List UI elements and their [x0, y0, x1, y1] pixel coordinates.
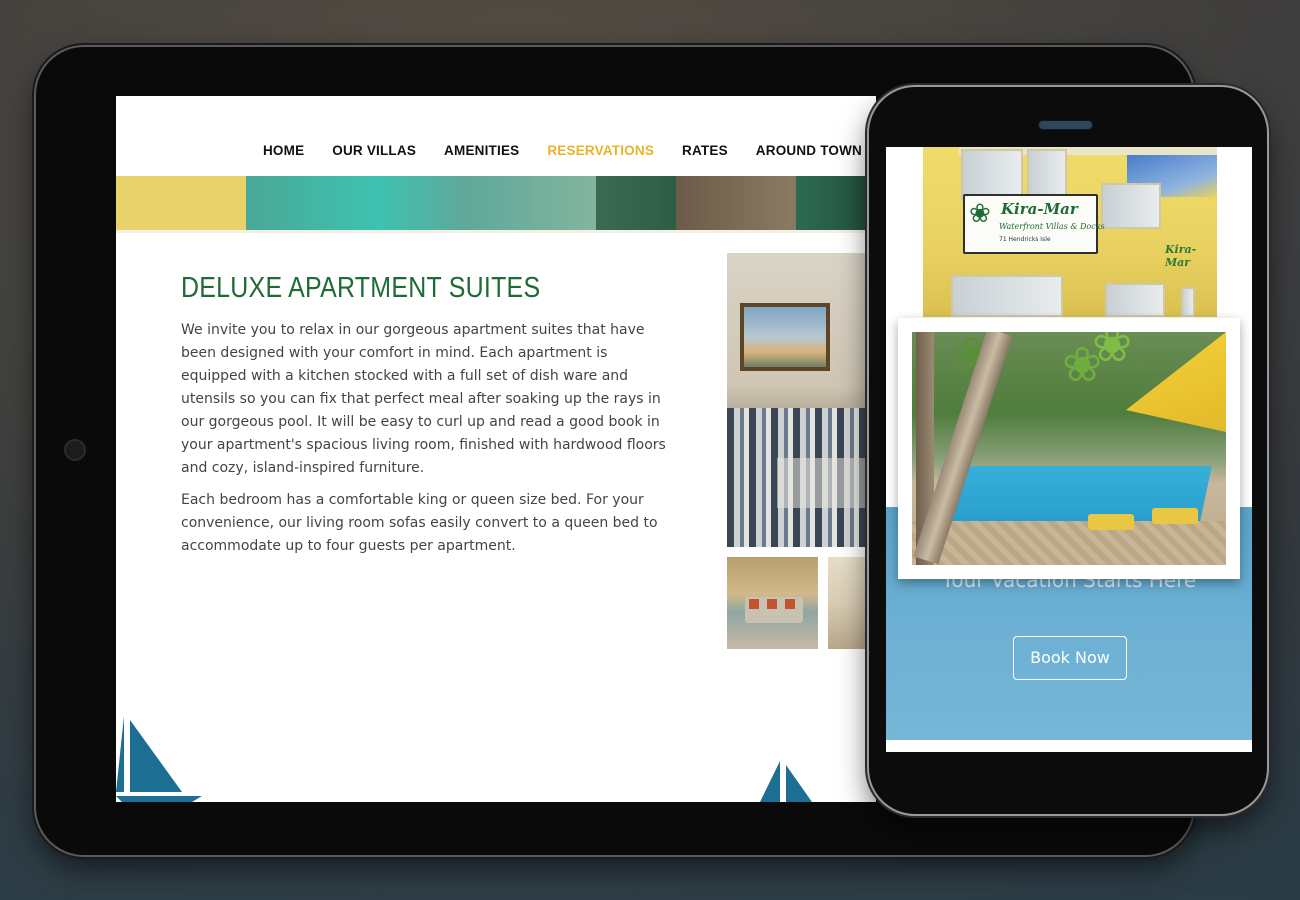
building-photo: ❀ Kira-Mar Waterfront Villas & Docks 71 … — [923, 147, 1217, 317]
yellow-awning — [1126, 332, 1226, 432]
living-room-photo[interactable] — [727, 253, 876, 547]
palm-frond: ❀ — [1092, 332, 1133, 372]
sign-address: 71 Hendricks Isle — [999, 236, 1051, 243]
window — [1181, 287, 1195, 317]
sailboat-icon — [116, 716, 202, 802]
tablet-screen: HOME OUR VILLAS AMENITIES RESERVATIONS R… — [116, 96, 876, 802]
sailboat-icon — [760, 761, 812, 802]
sign-subtitle: Waterfront Villas & Docks — [999, 222, 1105, 231]
page-title: DELUXE APARTMENT SUITES — [181, 272, 541, 304]
wall-lettering: Kira-Mar — [1165, 243, 1197, 269]
nav-menu: HOME OUR VILLAS AMENITIES RESERVATIONS R… — [263, 143, 862, 158]
banner-divider — [116, 230, 876, 233]
pillow — [767, 599, 777, 609]
nav-item-our-villas[interactable]: OUR VILLAS — [332, 143, 416, 158]
nav-item-around-town[interactable]: AROUND TOWN — [756, 143, 862, 158]
window — [951, 275, 1063, 317]
pool-deck — [912, 521, 1226, 565]
pool-photo-card[interactable]: ❀ ❀ ❀ — [898, 318, 1240, 579]
tablet-home-button[interactable] — [64, 439, 86, 461]
lounge-chair — [1152, 508, 1198, 524]
nav-item-reservations[interactable]: RESERVATIONS — [547, 143, 654, 158]
nav-item-amenities[interactable]: AMENITIES — [444, 143, 519, 158]
nav-item-home[interactable]: HOME — [263, 143, 304, 158]
bedroom-paragraph: Each bedroom has a comfortable king or q… — [181, 492, 658, 554]
palm-tree-icon: ❀ — [969, 198, 991, 228]
header-banner-image — [116, 176, 876, 230]
sign-title: Kira-Mar — [1001, 200, 1078, 218]
book-now-button[interactable]: Book Now — [1013, 636, 1127, 680]
wall-painting — [740, 303, 830, 371]
pool-photo: ❀ ❀ ❀ — [912, 332, 1226, 565]
gallery-thumbnail-1[interactable] — [727, 557, 818, 649]
phone-speaker — [1038, 120, 1093, 130]
pillow — [785, 599, 795, 609]
kira-mar-sign: ❀ Kira-Mar Waterfront Villas & Docks 71 … — [963, 194, 1105, 254]
sofa-cushion — [777, 458, 876, 508]
lounge-chair — [1088, 514, 1134, 530]
pillow — [749, 599, 759, 609]
nav-item-rates[interactable]: RATES — [682, 143, 728, 158]
intro-paragraph: We invite you to relax in our gorgeous a… — [181, 322, 666, 476]
main-nav: HOME OUR VILLAS AMENITIES RESERVATIONS R… — [116, 96, 876, 176]
window — [1105, 283, 1165, 317]
window — [1101, 183, 1161, 229]
